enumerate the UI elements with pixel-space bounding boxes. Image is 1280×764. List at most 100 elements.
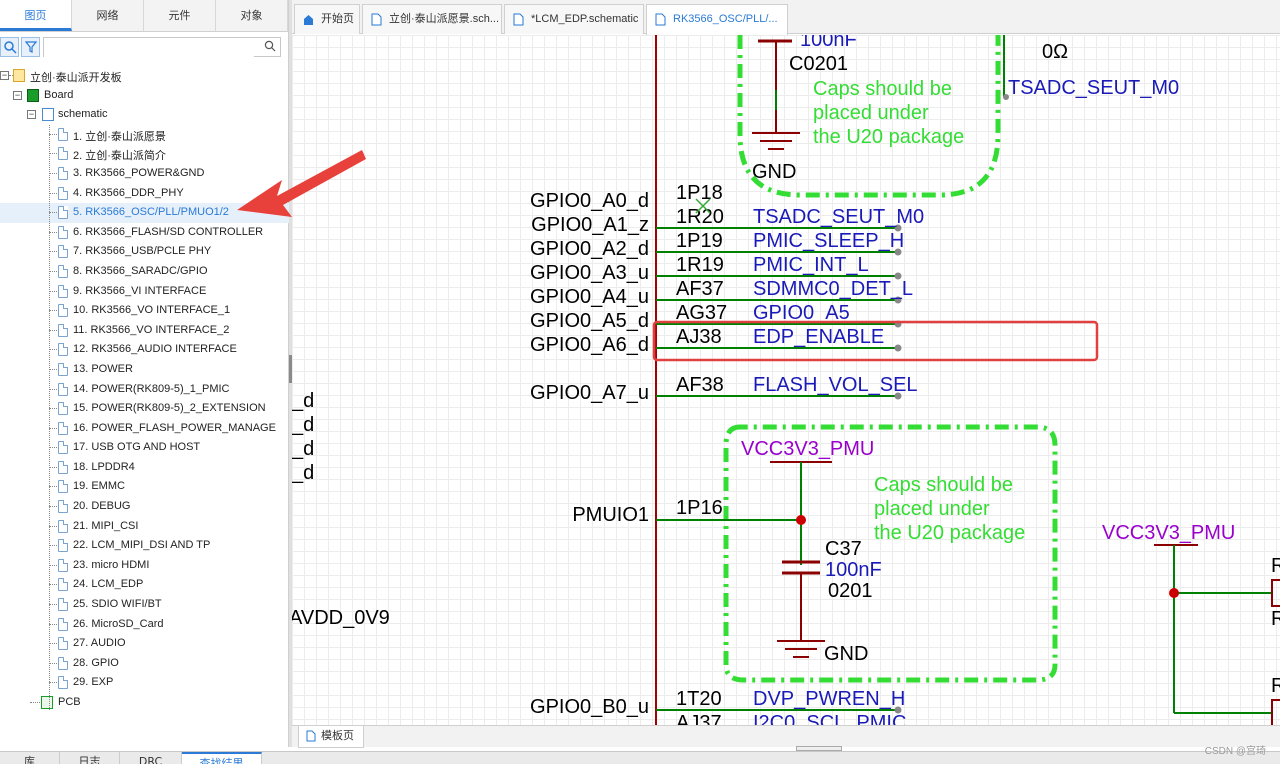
pin-signal-label: PMUIO1 bbox=[572, 504, 649, 526]
tree-page-label: 21. MIPI_CSI bbox=[73, 519, 139, 532]
sheet-tab-template[interactable]: 模板页 bbox=[298, 726, 364, 748]
cap-ref: C37 bbox=[825, 538, 862, 560]
pin-number: AF38 bbox=[676, 374, 724, 396]
page-icon bbox=[58, 343, 68, 357]
tree-page-item[interactable]: 23. micro HDMI bbox=[0, 556, 289, 576]
tree-page-item[interactable]: 8. RK3566_SARADC/GPIO bbox=[0, 262, 289, 282]
pin-signal-label: GPIO0_A4_u bbox=[530, 286, 649, 308]
tree-page-item[interactable]: 16. POWER_FLASH_POWER_MANAGE bbox=[0, 419, 289, 439]
bottom-panel-tabs: 库 日志 DRC 查找结果 bbox=[0, 751, 1280, 764]
tree-page-item[interactable]: 29. EXP bbox=[0, 673, 289, 693]
document-icon bbox=[513, 13, 524, 26]
tree-page-item[interactable]: 26. MicroSD_Card bbox=[0, 615, 289, 635]
tab-find-results[interactable]: 查找结果 bbox=[182, 752, 262, 764]
pin-signal-label: GPIO0_B0_u bbox=[530, 696, 649, 718]
page-icon bbox=[58, 362, 68, 376]
page-icon bbox=[58, 656, 68, 670]
tree-page-label: 15. POWER(RK809-5)_2_EXTENSION bbox=[73, 402, 266, 415]
tree-page-label: 12. RK3566_AUDIO INTERFACE bbox=[73, 343, 237, 356]
net-label: I2C0_SCL_PMIC bbox=[753, 712, 906, 725]
page-icon bbox=[58, 637, 68, 651]
tree-page-label: 19. EMMC bbox=[73, 480, 125, 493]
tree-page-item[interactable]: 21. MIPI_CSI bbox=[0, 517, 289, 537]
tree-page-label: 9. RK3566_VI INTERFACE bbox=[73, 284, 207, 297]
junction-dot bbox=[796, 515, 806, 525]
net-label: PMIC_SLEEP_H bbox=[753, 230, 904, 252]
tree-page-item[interactable]: 10. RK3566_VO INTERFACE_1 bbox=[0, 301, 289, 321]
tree-page-item[interactable]: 19. EMMC bbox=[0, 477, 289, 497]
note-line-2: placed under bbox=[813, 102, 929, 124]
tree-page-item[interactable]: 11. RK3566_VO INTERFACE_2 bbox=[0, 321, 289, 341]
tree-page-label: 11. RK3566_VO INTERFACE_2 bbox=[73, 323, 230, 336]
tree-page-item[interactable]: 9. RK3566_VI INTERFACE bbox=[0, 282, 289, 302]
tree-page-label: 17. USB OTG AND HOST bbox=[73, 441, 201, 454]
tree-page-item[interactable]: 25. SDIO WIFI/BT bbox=[0, 595, 289, 615]
tree-page-item[interactable]: 12. RK3566_AUDIO INTERFACE bbox=[0, 340, 289, 360]
junction-dot bbox=[1169, 588, 1179, 598]
partial-label: _d bbox=[292, 462, 314, 484]
schematic-drawing: 100nF C0201 GND Caps should be placed un… bbox=[292, 35, 1280, 725]
power-net-label: VCC3V3_PMU bbox=[741, 438, 874, 460]
tree-page-item[interactable]: 28. GPIO bbox=[0, 654, 289, 674]
note-line-3: the U20 package bbox=[813, 126, 964, 148]
tree-page-label: 28. GPIO bbox=[73, 656, 119, 669]
note-line-1: Caps should be bbox=[874, 474, 1013, 496]
sheet-tab-bar: 模板页 bbox=[292, 725, 1280, 748]
tree-page-label: 10. RK3566_VO INTERFACE_1 bbox=[73, 304, 231, 317]
tab-log[interactable]: 日志 bbox=[60, 752, 120, 764]
cap-value: 100nF bbox=[825, 559, 882, 581]
page-icon bbox=[58, 578, 68, 592]
tree-page-item[interactable]: 13. POWER bbox=[0, 360, 289, 380]
pin-number: 1T20 bbox=[676, 688, 722, 710]
tab-library[interactable]: 库 bbox=[0, 752, 60, 764]
page-icon bbox=[58, 676, 68, 690]
pin-number: 1P16 bbox=[676, 497, 723, 519]
tree-page-label: 20. DEBUG bbox=[73, 500, 131, 513]
page-icon bbox=[58, 284, 68, 298]
schematic-canvas[interactable]: 100nF C0201 GND Caps should be placed un… bbox=[292, 35, 1280, 725]
resistor-ref: R bbox=[1271, 555, 1280, 577]
cap-package: C0201 bbox=[789, 53, 848, 75]
tree-page-label: 14. POWER(RK809-5)_1_PMIC bbox=[73, 382, 230, 395]
pin-signal-label: GPIO0_A0_d bbox=[530, 190, 649, 212]
partial-label: _d bbox=[292, 414, 314, 436]
tree-page-item[interactable]: 17. USB OTG AND HOST bbox=[0, 438, 289, 458]
net-endpoint bbox=[894, 344, 902, 352]
note-line-1: Caps should be bbox=[813, 78, 952, 100]
resistor-body bbox=[1271, 579, 1280, 607]
page-icon bbox=[58, 539, 68, 553]
pin-number: AJ38 bbox=[676, 326, 722, 348]
pin-signal-label: GPIO0_A2_d bbox=[530, 238, 649, 260]
pin-number: 1R19 bbox=[676, 254, 724, 276]
tree-page-item[interactable]: 24. LCM_EDP bbox=[0, 575, 289, 595]
document-icon bbox=[655, 13, 666, 26]
tree-page-item[interactable]: 18. LPDDR4 bbox=[0, 458, 289, 478]
page-icon bbox=[58, 421, 68, 435]
tree-page-item[interactable]: 27. AUDIO bbox=[0, 634, 289, 654]
tab-osc-pll[interactable]: RK3566_OSC/PLL/... bbox=[646, 4, 788, 35]
tree-pcb[interactable]: PCB bbox=[0, 693, 289, 713]
tree-page-label: 8. RK3566_SARADC/GPIO bbox=[73, 264, 208, 277]
tree-pcb-label: PCB bbox=[58, 696, 81, 708]
partial-label: AVDD_0V9 bbox=[292, 607, 390, 629]
tab-lcm-edp[interactable]: *LCM_EDP.schematic bbox=[504, 4, 644, 34]
power-net-label-right: VCC3V3_PMU bbox=[1102, 522, 1235, 544]
note-line-2: placed under bbox=[874, 498, 990, 520]
tree-page-item[interactable]: 14. POWER(RK809-5)_1_PMIC bbox=[0, 380, 289, 400]
net-label: FLASH_VOL_SEL bbox=[753, 374, 918, 396]
tree-page-label: 13. POWER bbox=[73, 362, 133, 375]
tree-page-item[interactable]: 20. DEBUG bbox=[0, 497, 289, 517]
page-icon bbox=[58, 519, 68, 533]
net-label: EDP_ENABLE bbox=[753, 326, 884, 348]
net-label: PMIC_INT_L bbox=[753, 254, 869, 276]
pin-signal-label: GPIO0_A7_u bbox=[530, 382, 649, 404]
tree-page-item[interactable]: 15. POWER(RK809-5)_2_EXTENSION bbox=[0, 399, 289, 419]
page-icon bbox=[58, 264, 68, 278]
tab-drc[interactable]: DRC bbox=[120, 752, 182, 764]
tree-page-label: 29. EXP bbox=[73, 676, 114, 689]
partial-label: _d bbox=[292, 438, 314, 460]
pin-number: 1P18 bbox=[676, 182, 723, 204]
tree-page-item[interactable]: 22. LCM_MIPI_DSI AND TP bbox=[0, 536, 289, 556]
net-label: GPIO0_A5 bbox=[753, 302, 850, 324]
pcb-icon bbox=[41, 696, 53, 709]
